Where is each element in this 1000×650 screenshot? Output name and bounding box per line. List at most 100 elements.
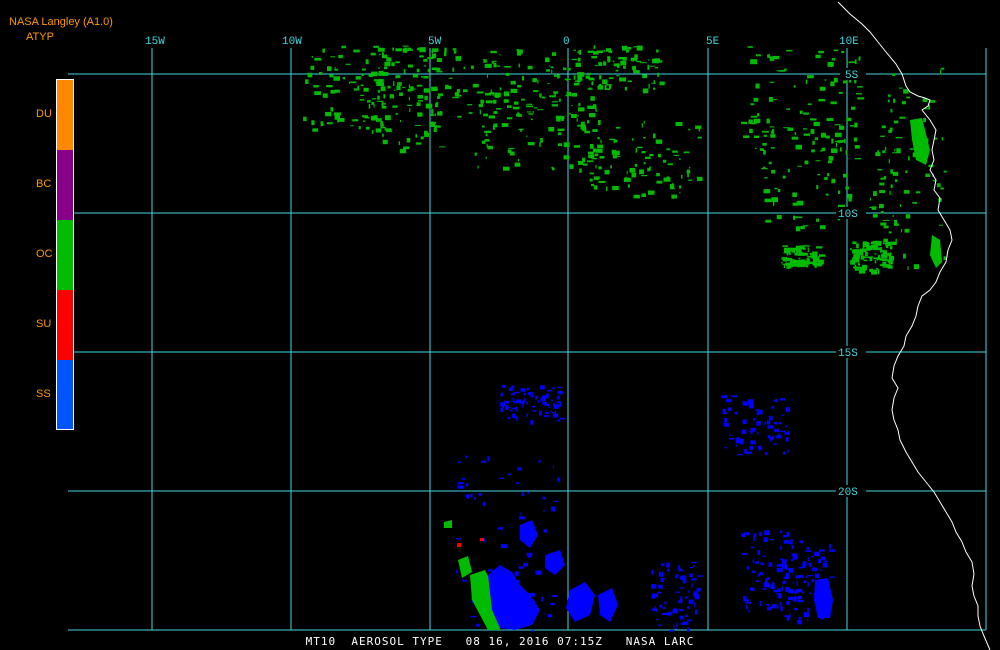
aerosol-pixel — [797, 575, 804, 578]
aerosol-pixel — [326, 122, 333, 125]
aerosol-pixel — [664, 601, 667, 604]
aerosol-pixel — [616, 155, 621, 157]
aerosol-pixel — [795, 216, 803, 219]
aerosol-pixel — [503, 99, 509, 103]
aerosol-pixel — [764, 177, 768, 179]
aerosol-pixel — [623, 62, 626, 65]
aerosol-pixel — [512, 106, 520, 110]
aerosol-pixel — [557, 477, 561, 482]
aerosol-pixel — [742, 401, 747, 403]
aerosol-pixel — [762, 166, 766, 170]
aerosol-pixel — [799, 540, 803, 544]
aerosol-pixel — [683, 151, 690, 154]
aerosol-pixel — [567, 67, 569, 71]
aerosol-pixel — [835, 142, 837, 148]
aerosol-pixel — [675, 574, 678, 579]
aerosol-pixel — [741, 121, 747, 125]
aerosol-pixel — [349, 81, 351, 84]
aerosol-pixel — [365, 59, 369, 65]
aerosol-pixel — [595, 108, 597, 112]
aerosol-pixel — [618, 63, 620, 66]
aerosol-pixel — [737, 454, 743, 456]
aerosol-pixel — [375, 128, 382, 133]
aerosol-pixel — [542, 402, 547, 405]
aerosol-pixel — [527, 391, 533, 395]
aerosol-pixel — [518, 114, 522, 117]
aerosol-pixel — [905, 170, 908, 173]
aerosol-pixel — [788, 568, 793, 573]
aerosol-pixel — [797, 619, 802, 625]
aerosol-pixel — [520, 400, 525, 405]
aerosol-pixel — [381, 72, 389, 76]
aerosol-pixel — [518, 566, 524, 569]
aerosol-pixel — [496, 108, 502, 110]
aerosol-pixel — [744, 448, 747, 454]
aerosol-pixel — [797, 165, 802, 167]
aerosol-pixel — [518, 128, 524, 130]
aerosol-pixel — [903, 89, 909, 94]
aerosol-pixel — [506, 117, 513, 120]
aerosol-pixel — [743, 135, 750, 138]
aerosol-pixel — [901, 229, 903, 233]
aerosol-pixel — [857, 97, 865, 100]
aerosol-pixel — [500, 544, 507, 548]
aerosol-pixel — [573, 49, 576, 51]
aerosol-pixel — [380, 124, 384, 127]
aerosol-pixel — [416, 84, 423, 87]
aerosol-pixel — [742, 419, 747, 424]
aerosol-pixel — [513, 101, 519, 105]
aerosol-pixel — [888, 99, 890, 103]
aerosol-pixel — [437, 93, 443, 97]
aerosol-pixel — [303, 116, 307, 122]
aerosol-pixel — [598, 84, 602, 87]
aerosol-pixel — [784, 432, 790, 435]
aerosol-pixel — [756, 54, 761, 57]
aerosol-pixel — [738, 438, 744, 442]
aerosol-pixel — [768, 161, 772, 165]
aerosol-pixel — [793, 599, 797, 602]
aerosol-pixel — [763, 537, 768, 543]
aerosol-pixel — [484, 139, 490, 142]
aerosol-pixel — [542, 496, 546, 500]
aerosol-pixel — [750, 546, 755, 549]
aerosol-pixel — [376, 81, 382, 86]
aerosol-pixel — [607, 58, 611, 63]
lon-label-5w: 5W — [428, 36, 442, 48]
aerosol-pixel — [578, 103, 581, 107]
aerosol-pixel — [537, 400, 540, 403]
aerosol-pixel — [552, 413, 559, 418]
aerosol-pixel — [537, 109, 544, 111]
aerosol-pixel — [747, 46, 753, 48]
aerosol-pixel — [544, 57, 550, 63]
aerosol-pixel — [651, 82, 656, 84]
aerosol-pixel — [551, 595, 558, 597]
aerosol-pixel — [782, 263, 787, 265]
aerosol-pixel — [751, 429, 753, 433]
aerosol-pixel — [846, 117, 852, 122]
aerosol-pixel — [814, 137, 818, 140]
aerosol-pixel — [888, 159, 890, 164]
aerosol-pixel — [611, 149, 616, 155]
aerosol-pixel — [841, 50, 845, 54]
aerosol-pixel — [865, 246, 871, 251]
aerosol-pixel — [811, 579, 815, 583]
aerosol-pixel — [783, 68, 787, 71]
aerosol-pixel — [553, 403, 556, 406]
aerosol-pixel — [835, 140, 843, 143]
aerosol-pixel — [694, 594, 700, 600]
aerosol-pixel — [368, 103, 371, 109]
aerosol-pixel — [663, 177, 671, 182]
aerosol-pixel — [377, 47, 385, 52]
aerosol-pixel — [645, 156, 651, 159]
aerosol-pixel — [474, 496, 476, 500]
aerosol-pixel — [675, 122, 683, 127]
aerosol-pixel — [869, 197, 871, 201]
aerosol-pixel — [342, 77, 346, 80]
aerosol-pixel — [521, 492, 525, 497]
aerosol-pixel — [571, 104, 573, 107]
aerosol-pixel — [485, 156, 488, 159]
aerosol-pixel — [808, 103, 812, 106]
aerosol-pixel — [551, 506, 556, 512]
aerosol-pixel — [752, 418, 755, 421]
aerosol-pixel — [424, 64, 426, 67]
